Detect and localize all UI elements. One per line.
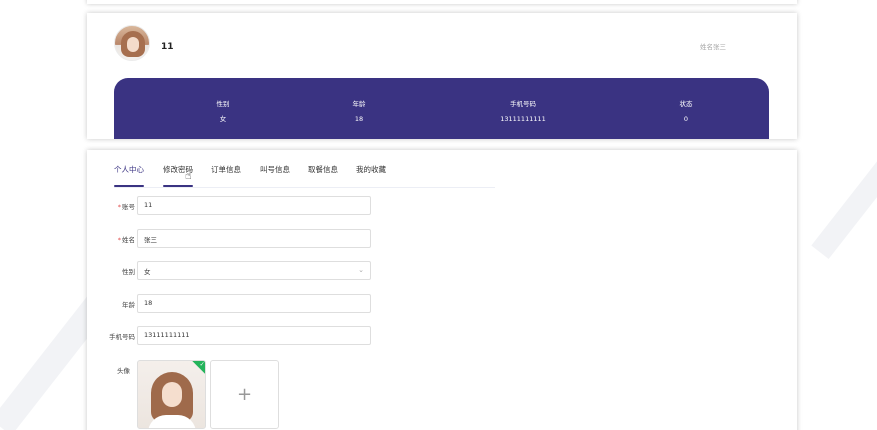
gender-stat: 性别 女 xyxy=(173,100,273,123)
profile-avatar xyxy=(114,25,150,61)
age-stat-value: 18 xyxy=(354,115,364,123)
status-stat-value: 0 xyxy=(683,115,689,123)
account-row: *账号 11 xyxy=(87,196,387,216)
account-input[interactable]: 11 xyxy=(137,196,371,215)
phone-stat-label: 手机号码 xyxy=(510,100,536,108)
profile-edit-card: 个人中心 修改密码 订单信息 叫号信息 取餐信息 我的收藏 ☝ *账号 11 *… xyxy=(87,150,797,430)
status-stat: 状态 0 xyxy=(636,100,736,123)
gender-stat-label: 性别 xyxy=(216,100,230,108)
required-mark: * xyxy=(117,236,121,244)
plus-icon: + xyxy=(236,384,253,405)
profile-stats-panel: 性别 女 年龄 18 手机号码 13111111111 状态 0 xyxy=(114,78,769,139)
tab-personal-center[interactable]: 个人中心 xyxy=(114,164,144,187)
tab-divider xyxy=(114,187,495,188)
avatar-face xyxy=(127,37,139,52)
phone-input[interactable]: 13111111111 xyxy=(137,326,371,345)
tab-call-info[interactable]: 叫号信息 xyxy=(260,164,290,187)
tab-meal-pickup-info[interactable]: 取餐信息 xyxy=(308,164,338,187)
phone-row: 手机号码 13111111111 xyxy=(87,326,387,346)
age-input[interactable]: 18 xyxy=(137,294,371,313)
thumbnail-face xyxy=(162,382,182,407)
profile-real-name: 姓名张三 xyxy=(700,43,726,51)
account-label: *账号 xyxy=(117,203,135,211)
gender-label: 性别 xyxy=(122,268,135,276)
status-stat-label: 状态 xyxy=(679,100,693,108)
phone-stat: 手机号码 13111111111 xyxy=(473,100,573,123)
age-stat-label: 年龄 xyxy=(352,100,366,108)
top-card-edge xyxy=(87,0,797,4)
upload-success-badge: ✓ xyxy=(192,361,205,374)
age-row: 年龄 18 xyxy=(87,294,387,314)
check-icon: ✓ xyxy=(199,361,205,369)
avatar-upload-button[interactable]: + xyxy=(210,360,279,429)
required-mark: * xyxy=(117,203,121,211)
uploaded-avatar-thumbnail[interactable]: ✓ xyxy=(137,360,206,429)
gender-select[interactable]: 女 ⌄ xyxy=(137,261,371,280)
avatar-upload-label: 头像 xyxy=(117,367,130,375)
name-label: *姓名 xyxy=(117,236,135,244)
tab-my-favorites[interactable]: 我的收藏 xyxy=(356,164,386,187)
gender-selected-value: 女 xyxy=(144,268,151,276)
phone-label: 手机号码 xyxy=(109,333,135,341)
tab-order-info[interactable]: 订单信息 xyxy=(211,164,241,187)
gender-row: 性别 女 ⌄ xyxy=(87,261,387,281)
name-input[interactable]: 张三 xyxy=(137,229,371,248)
profile-username: 11 xyxy=(161,42,174,52)
pointer-cursor-icon: ☝ xyxy=(185,169,192,182)
gender-stat-value: 女 xyxy=(219,115,227,123)
background-stripe-right xyxy=(811,143,877,259)
chevron-down-icon: ⌄ xyxy=(358,266,364,274)
name-row: *姓名 张三 xyxy=(87,229,387,249)
age-label: 年龄 xyxy=(122,301,135,309)
phone-stat-value: 13111111111 xyxy=(500,115,546,123)
age-stat: 年龄 18 xyxy=(309,100,409,123)
profile-card: 11 姓名张三 性别 女 年龄 18 手机号码 13111111111 状态 0 xyxy=(87,13,797,139)
